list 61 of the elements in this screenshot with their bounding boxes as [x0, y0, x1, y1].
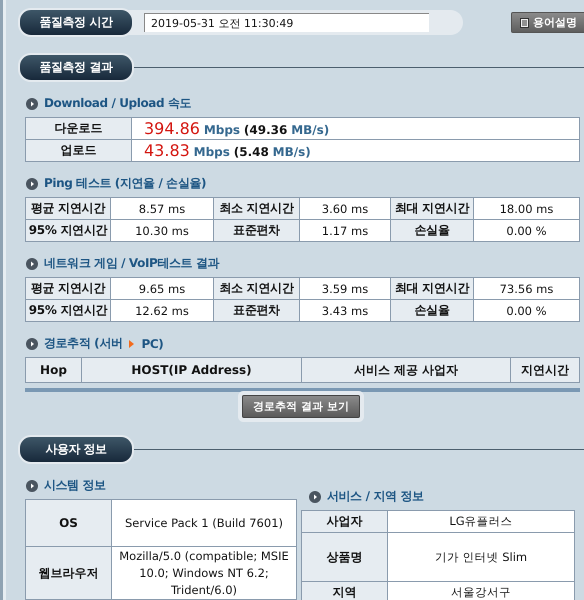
- arrow-icon: [129, 340, 134, 348]
- table-cell: LG유플러스: [388, 510, 574, 532]
- table-header: 95% 지연시간: [26, 300, 110, 322]
- bullet-icon: [26, 98, 38, 110]
- table-header: 표준편차: [214, 220, 300, 242]
- table-header: 손실율: [390, 300, 474, 322]
- table-cell: Service Pack 1 (Build 7601): [112, 500, 296, 546]
- subsection-title: PC): [141, 336, 164, 350]
- table-cell: 12.62 ms: [110, 300, 214, 322]
- table-cell: Mozilla/5.0 (compatible; MSIE 10.0; Windows NT 6.2; Trident/6.0): [112, 546, 296, 600]
- section-title: 품질측정 결과: [18, 53, 134, 82]
- section-title: 사용자 정보: [18, 435, 134, 464]
- table-cell: 1.17 ms: [300, 220, 390, 242]
- table-cell: 3.60 ms: [300, 198, 390, 220]
- table-header: 다운로드: [26, 118, 132, 140]
- help-button[interactable]: 용어설명: [511, 12, 584, 33]
- document-icon: [520, 18, 529, 28]
- table-cell: 3.59 ms: [300, 278, 390, 300]
- table-header: 최대 지연시간: [390, 198, 474, 220]
- table-cell: 3.43 ms: [300, 300, 390, 322]
- table-header: OS: [26, 500, 112, 546]
- column-header: Hop: [26, 358, 82, 382]
- time-field: 2019-05-31 오전 11:30:49: [144, 13, 429, 32]
- subsection-title: 경로추적 (서버: [44, 335, 122, 352]
- bullet-icon: [26, 338, 38, 350]
- table-header: 표준편차: [214, 300, 300, 322]
- bullet-icon: [26, 258, 38, 270]
- column-header: HOST(IP Address): [82, 358, 302, 382]
- bullet-icon: [309, 490, 321, 502]
- table-cell: 0.00 %: [474, 300, 580, 322]
- table-header: 평균 지연시간: [26, 198, 110, 220]
- speed-value: 43.83 Mbps (5.48 MB/s): [132, 140, 580, 162]
- column-header: 지연시간: [510, 358, 580, 382]
- speed-value: 394.86 Mbps (49.36 MB/s): [132, 118, 580, 140]
- table-header: 웹브라우저: [26, 546, 112, 600]
- table-cell: 10.30 ms: [110, 220, 214, 242]
- table-header: 최소 지연시간: [214, 198, 300, 220]
- subsection-title: Download / Upload 속도: [44, 95, 192, 112]
- table-header: 최대 지연시간: [390, 278, 474, 300]
- table-cell: 18.00 ms: [474, 198, 580, 220]
- table-header: 평균 지연시간: [26, 278, 110, 300]
- table-cell: 9.65 ms: [110, 278, 214, 300]
- subsection-title: 시스템 정보: [44, 477, 106, 494]
- column-header: 서비스 제공 사업자: [302, 358, 510, 382]
- subsection-title: Ping 테스트 (지연율 / 손실율): [44, 175, 206, 192]
- table-cell: 73.56 ms: [474, 278, 580, 300]
- table-header: 최소 지연시간: [214, 278, 300, 300]
- table-cell: 8.57 ms: [110, 198, 214, 220]
- table-header: 사업자: [302, 510, 388, 532]
- bullet-icon: [26, 178, 38, 190]
- table-header: 업로드: [26, 140, 132, 162]
- table-cell: 0.00 %: [474, 220, 580, 242]
- table-header: 상품명: [302, 532, 388, 582]
- subsection-title: 서비스 / 지역 정보: [327, 488, 424, 505]
- subsection-title: 네트워크 게임 / VoIP테스트 결과: [44, 255, 220, 272]
- table-header: 손실율: [390, 220, 474, 242]
- bullet-icon: [26, 480, 38, 492]
- section-title: 품질측정 시간: [18, 8, 134, 37]
- table-cell: 기가 인터넷 Slim: [388, 532, 574, 582]
- table-header: 95% 지연시간: [26, 220, 110, 242]
- table-header: 지역: [302, 582, 388, 600]
